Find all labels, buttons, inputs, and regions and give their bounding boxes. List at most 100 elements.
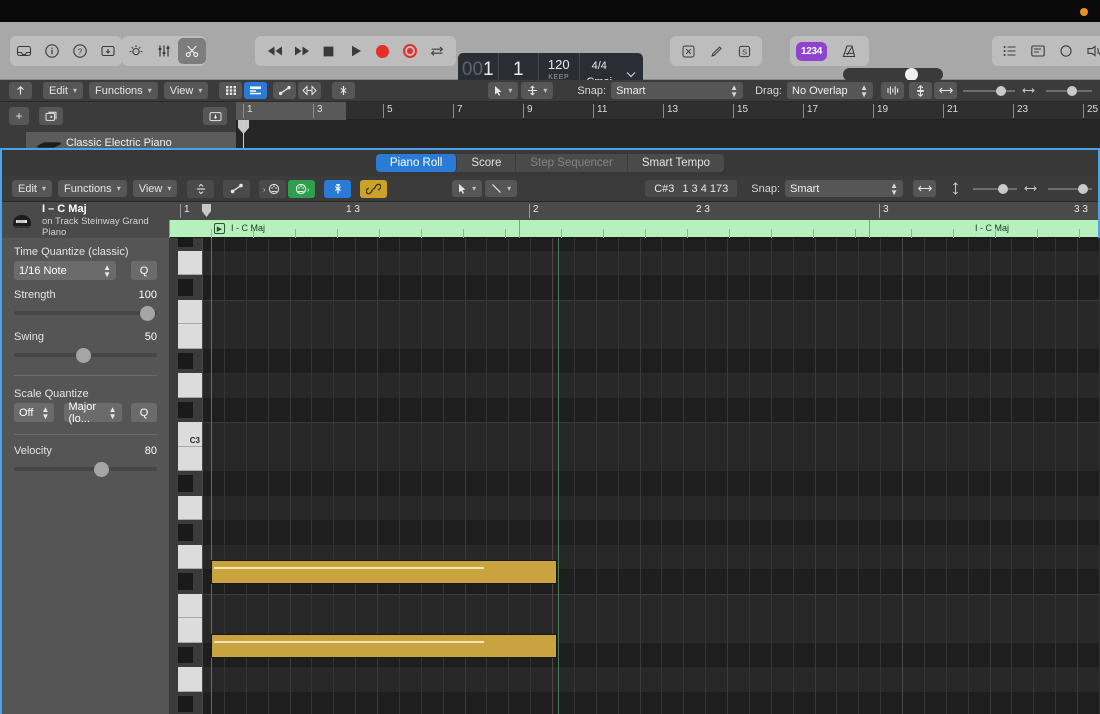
midi-in-icon[interactable]: ›	[259, 179, 287, 198]
zoom-thumb[interactable]	[998, 183, 1008, 194]
grid-lane[interactable]	[202, 348, 1100, 373]
grid-lane[interactable]	[202, 593, 1100, 618]
piano-key-white[interactable]	[178, 593, 202, 618]
horizontal-zoom-slider[interactable]	[1046, 85, 1092, 97]
pr-vertical-zoom-slider[interactable]	[973, 183, 1017, 195]
menu-functions[interactable]: Functions ▾	[88, 82, 158, 99]
slider-thumb[interactable]	[94, 462, 109, 477]
collapse-mode-icon[interactable]	[187, 179, 215, 198]
piano-key-white[interactable]	[178, 544, 202, 569]
duplicate-track-icon[interactable]	[39, 107, 63, 125]
flex-icon[interactable]	[298, 82, 322, 99]
metronome-icon[interactable]	[835, 38, 863, 64]
grid-lane[interactable]	[202, 397, 1100, 422]
low-latency-icon[interactable]	[674, 38, 702, 64]
stop-button[interactable]	[315, 38, 342, 64]
zoom-thumb[interactable]	[1067, 85, 1077, 96]
grid-lane[interactable]	[202, 299, 1100, 324]
info-icon[interactable]	[38, 38, 66, 64]
piano-key-black[interactable]	[178, 573, 193, 590]
link-icon[interactable]	[360, 179, 388, 198]
pr-horizontal-zoom-icon[interactable]	[913, 180, 936, 197]
note-position-display[interactable]: C#3 1 3 4 173	[645, 180, 738, 197]
midi-out-icon[interactable]: ›	[288, 179, 316, 198]
grid-lane[interactable]	[202, 275, 1100, 300]
piano-key-white[interactable]	[178, 324, 202, 349]
record-repeat-button[interactable]	[396, 38, 423, 64]
snap-select[interactable]: Smart ▲ ▼	[611, 82, 744, 99]
list-editors-icon[interactable]	[996, 38, 1024, 64]
piano-key-white[interactable]	[178, 667, 202, 692]
region-play-icon[interactable]: ▶	[214, 223, 225, 234]
separator-icon[interactable]	[332, 82, 356, 99]
piano-key-black[interactable]	[178, 695, 193, 712]
piano-key-black[interactable]	[178, 475, 193, 492]
piano-key-white[interactable]	[178, 299, 202, 324]
midi-note[interactable]	[211, 634, 557, 658]
media-browser-icon[interactable]	[1080, 38, 1100, 64]
scale-select[interactable]: Major (lo... ▲ ▼	[63, 401, 122, 425]
brush-tool-icon[interactable]	[324, 179, 352, 198]
piano-key-black[interactable]	[178, 646, 193, 663]
mixer-icon[interactable]	[150, 38, 178, 64]
piano-key-white[interactable]	[178, 446, 202, 471]
pr-horizontal-zoom-slider[interactable]	[1048, 183, 1092, 195]
grid-lane[interactable]	[202, 238, 1100, 251]
scale-quantize-select[interactable]: Off ▲ ▼	[14, 403, 54, 422]
grid-lane[interactable]	[202, 446, 1100, 471]
grid-lane[interactable]	[202, 691, 1100, 714]
piano-roll-ruler[interactable]: 1 1 3 2 2 3 3 3 3	[169, 202, 1098, 220]
editors-icon[interactable]	[178, 38, 206, 64]
tab-step-sequencer[interactable]: Step Sequencer	[516, 154, 628, 172]
piano-key-black[interactable]	[178, 279, 193, 296]
count-in-badge[interactable]: 1234	[796, 41, 828, 61]
grid-lane[interactable]	[202, 373, 1100, 398]
library-icon[interactable]	[10, 38, 38, 64]
automation-icon[interactable]	[223, 179, 251, 198]
solo-icon[interactable]: S	[730, 38, 758, 64]
grid-lane[interactable]	[202, 250, 1100, 275]
add-track-button[interactable]: +	[9, 107, 29, 125]
grid-lane[interactable]	[202, 471, 1100, 496]
slider-thumb[interactable]	[76, 348, 91, 363]
pr-menu-functions[interactable]: Functions ▾	[57, 180, 127, 197]
vertical-zoom-icon[interactable]	[909, 82, 932, 99]
pr-pointer-tool[interactable]: ▾	[452, 180, 483, 197]
grid-lane[interactable]	[202, 495, 1100, 520]
piano-key-white[interactable]	[178, 250, 202, 275]
notes-icon[interactable]	[1024, 38, 1052, 64]
pr-velocity-tool[interactable]: ▾	[485, 180, 518, 197]
tab-piano-roll[interactable]: Piano Roll	[375, 154, 458, 172]
waveform-zoom-icon[interactable]	[881, 82, 904, 99]
zoom-thumb[interactable]	[1078, 183, 1088, 194]
grid-lane[interactable]	[202, 520, 1100, 545]
pointer-tool[interactable]: ▾	[488, 82, 519, 99]
inspector-toggle-icon[interactable]	[94, 38, 122, 64]
piano-key-white[interactable]	[178, 618, 202, 643]
menu-edit[interactable]: Edit ▾	[43, 82, 83, 99]
piano-key-white[interactable]	[178, 373, 202, 398]
arrange-ruler[interactable]: 1 3 5 7 9 11 13 15 17 19 21 23 25	[236, 102, 1100, 120]
swing-slider[interactable]	[14, 347, 157, 363]
pr-snap-select[interactable]: Smart ▲ ▼	[785, 180, 903, 197]
note-grid[interactable]	[202, 238, 1100, 714]
zoom-thumb[interactable]	[996, 85, 1006, 96]
grid-lane[interactable]	[202, 667, 1100, 692]
cycle-button[interactable]	[423, 38, 450, 64]
marquee-tool[interactable]: ▾	[521, 82, 554, 99]
record-button[interactable]	[369, 38, 396, 64]
tab-score[interactable]: Score	[457, 154, 517, 172]
piano-key-black[interactable]	[178, 238, 193, 247]
strength-slider[interactable]	[14, 305, 157, 321]
quantize-q-button[interactable]: Q	[131, 261, 157, 280]
scale-q-button[interactable]: Q	[131, 403, 157, 422]
tab-smart-tempo[interactable]: Smart Tempo	[628, 154, 724, 172]
help-icon[interactable]: ?	[66, 38, 94, 64]
pr-menu-edit[interactable]: Edit ▾	[12, 180, 52, 197]
midi-note[interactable]	[211, 560, 557, 584]
grid-view-icon[interactable]	[219, 82, 243, 99]
rewind-button[interactable]	[261, 38, 288, 64]
pen-icon[interactable]	[702, 38, 730, 64]
region-strip[interactable]: ▶ I - C Maj I - C Maj	[169, 220, 1098, 238]
slider-thumb[interactable]	[140, 306, 155, 321]
